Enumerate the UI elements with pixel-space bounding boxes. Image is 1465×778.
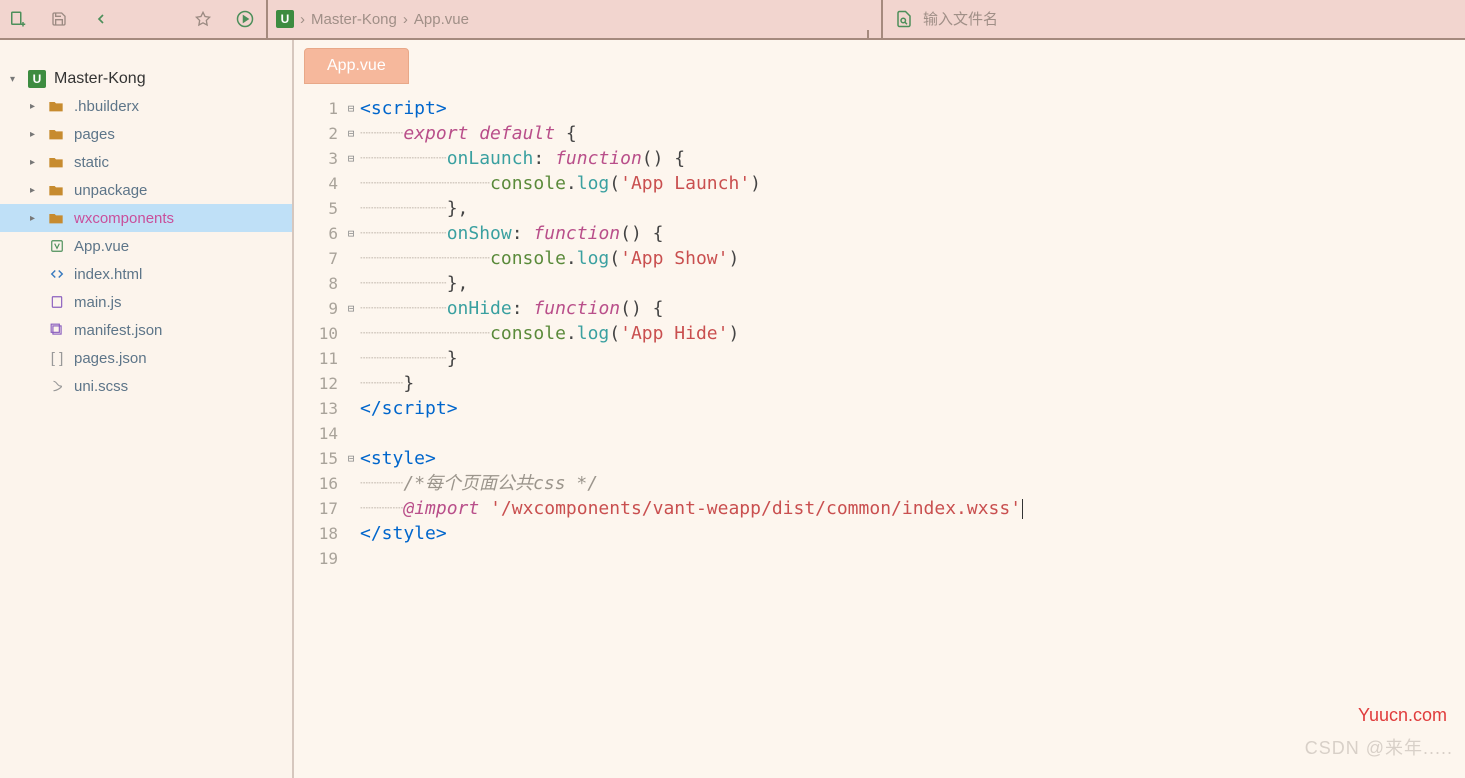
sidebar-folder-unpackage[interactable]: ▸ unpackage <box>0 176 292 204</box>
back-icon[interactable] <box>92 10 110 28</box>
project-label: Master-Kong <box>54 70 146 88</box>
file-explorer: ▾ U Master-Kong ▸ .hbuilderx ▸ pages ▸ s… <box>0 40 294 778</box>
chevron-down-icon[interactable]: ▾ <box>10 74 20 85</box>
new-file-icon[interactable] <box>8 10 26 28</box>
code-editor[interactable]: 1⊟<script> 2⊟┈┈┈┈export default { 3⊟┈┈┈┈… <box>294 84 1465 778</box>
watermark-yuucn: Yuucn.com <box>1358 705 1447 726</box>
sidebar-folder-hbuilderx[interactable]: ▸ .hbuilderx <box>0 92 292 120</box>
chevron-right-icon[interactable]: ▸ <box>30 157 40 168</box>
sidebar-file-pages-json[interactable]: [ ] pages.json <box>0 344 292 372</box>
run-icon[interactable] <box>236 10 254 28</box>
watermark-csdn: CSDN @来年..... <box>1305 734 1453 760</box>
folder-icon <box>48 99 66 113</box>
chevron-right-icon[interactable]: ▸ <box>30 129 40 140</box>
chevron-right-icon[interactable]: ▸ <box>30 213 40 224</box>
folder-icon <box>48 155 66 169</box>
sidebar-file-app-vue[interactable]: App.vue <box>0 232 292 260</box>
file-search-icon[interactable] <box>895 10 913 28</box>
chevron-right-icon[interactable]: ▸ <box>30 101 40 112</box>
breadcrumb-file[interactable]: App.vue <box>414 11 469 28</box>
js-file-icon <box>48 295 66 309</box>
breadcrumb-sep-icon: › <box>403 11 408 28</box>
project-root[interactable]: ▾ U Master-Kong <box>0 66 292 92</box>
sidebar-file-main-js[interactable]: main.js <box>0 288 292 316</box>
scss-file-icon <box>48 379 66 393</box>
html-file-icon <box>48 267 66 281</box>
sidebar-file-index-html[interactable]: index.html <box>0 260 292 288</box>
project-logo-icon: U <box>28 70 46 88</box>
star-icon[interactable] <box>194 10 212 28</box>
vue-file-icon <box>48 239 66 253</box>
file-search-input[interactable] <box>923 11 1457 28</box>
manifest-file-icon <box>48 323 66 337</box>
breadcrumb-sep-icon: › <box>300 11 305 28</box>
sidebar-folder-static[interactable]: ▸ static <box>0 148 292 176</box>
project-logo-icon: U <box>276 10 294 28</box>
breadcrumb[interactable]: U › Master-Kong › App.vue <box>266 0 869 38</box>
sidebar-file-uni-scss[interactable]: uni.scss <box>0 372 292 400</box>
sidebar-file-manifest-json[interactable]: manifest.json <box>0 316 292 344</box>
chevron-right-icon[interactable]: ▸ <box>30 185 40 196</box>
save-icon[interactable] <box>50 10 68 28</box>
text-cursor <box>1022 499 1023 519</box>
folder-icon <box>48 183 66 197</box>
tab-app-vue[interactable]: App.vue <box>304 48 409 84</box>
sidebar-folder-pages[interactable]: ▸ pages <box>0 120 292 148</box>
folder-icon <box>48 127 66 141</box>
breadcrumb-root[interactable]: Master-Kong <box>311 11 397 28</box>
folder-icon <box>48 211 66 225</box>
tab-label: App.vue <box>327 57 386 74</box>
json-file-icon: [ ] <box>48 350 66 367</box>
sidebar-folder-wxcomponents[interactable]: ▸ wxcomponents <box>0 204 292 232</box>
